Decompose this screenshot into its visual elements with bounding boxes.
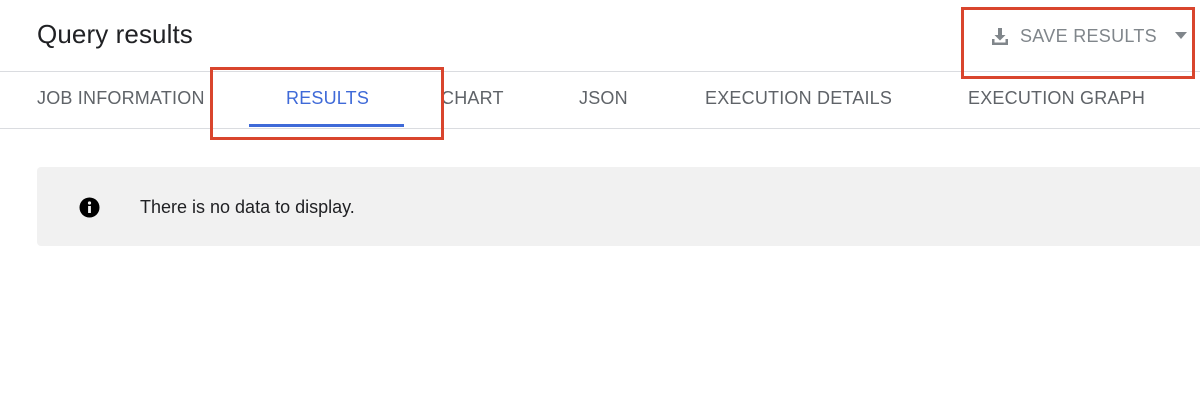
info-icon	[79, 197, 100, 218]
save-results-label: SAVE RESULTS	[1020, 25, 1157, 46]
save-results-button[interactable]: SAVE RESULTS	[990, 22, 1187, 50]
tab-results[interactable]: RESULTS	[286, 88, 369, 114]
tab-json[interactable]: JSON	[579, 88, 628, 114]
tab-execution-details[interactable]: EXECUTION DETAILS	[705, 88, 892, 114]
caret-down-icon[interactable]	[1174, 32, 1187, 40]
active-tab-indicator	[249, 124, 404, 127]
tab-execution-graph[interactable]: EXECUTION GRAPH	[968, 88, 1145, 114]
tab-job-information[interactable]: JOB INFORMATION	[37, 88, 205, 114]
tabs-divider	[0, 128, 1200, 129]
tab-chart[interactable]: CHART	[441, 88, 504, 114]
header-divider	[0, 71, 1200, 72]
page-title: Query results	[37, 19, 193, 49]
download-icon	[990, 25, 1012, 47]
no-data-message: There is no data to display.	[140, 197, 355, 217]
